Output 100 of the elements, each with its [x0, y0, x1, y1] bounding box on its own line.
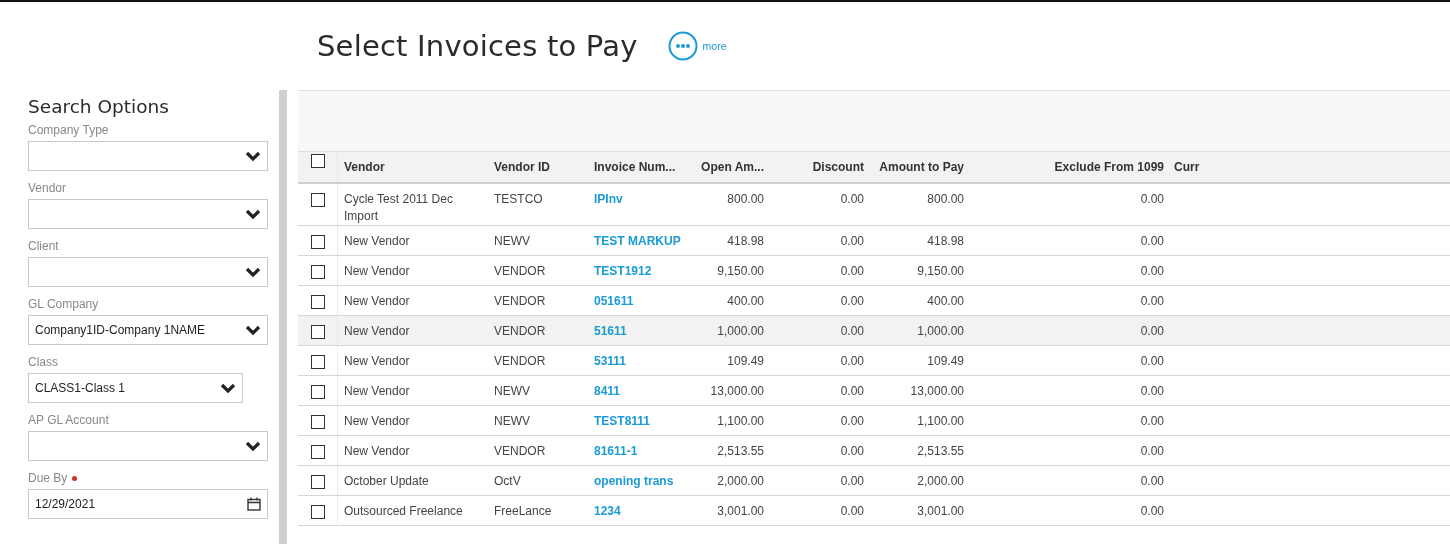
- table-cell-text: 0.00: [1139, 323, 1165, 340]
- table-cell-text: 418.98: [726, 233, 765, 250]
- table-cell-text: 3,001.00: [716, 503, 765, 520]
- row-checkbox[interactable]: [311, 295, 325, 309]
- select-all-checkbox[interactable]: [311, 154, 325, 168]
- dropdown-field[interactable]: [28, 141, 268, 171]
- table-cell-text: October Update: [343, 473, 430, 490]
- table-row[interactable]: New Vendor VENDOR 51611 1,000.00 0.00 1,000.00 0.00: [298, 316, 1450, 346]
- table-cell-text: New Vendor: [343, 323, 411, 340]
- table-cell-text: 2,000.00: [916, 473, 965, 490]
- field-label: Vendor: [28, 181, 67, 195]
- table-cell-text: 0.00: [839, 323, 865, 340]
- chevron-down-icon: [220, 382, 236, 394]
- field-label: Company Type: [28, 123, 109, 137]
- column-header[interactable]: Discount: [768, 158, 868, 176]
- table-cell-text: New Vendor: [343, 233, 411, 250]
- column-header[interactable]: Amount to Pay: [868, 158, 968, 176]
- table-cell-text: 2,513.55: [716, 443, 765, 460]
- row-checkbox[interactable]: [311, 475, 325, 489]
- dropdown-field[interactable]: [28, 257, 268, 287]
- table-cell-text: 0.00: [1139, 263, 1165, 280]
- field-label: GL Company: [28, 297, 99, 311]
- row-checkbox[interactable]: [311, 415, 325, 429]
- table-cell-text: NEWV: [493, 383, 531, 400]
- required-dot-icon: [72, 475, 78, 481]
- table-cell-text: 13,000.00: [909, 383, 965, 400]
- table-cell-text: 0.00: [839, 293, 865, 310]
- table-cell-text: 418.98: [926, 233, 965, 250]
- table-cell-text: 2,513.55: [916, 443, 965, 460]
- more-icon[interactable]: [667, 31, 698, 61]
- table-cell-text: TESTCO: [493, 191, 544, 208]
- table-row[interactable]: October Update OctV opening trans 2,000.00 0.00 2,000.00 0.00: [298, 466, 1450, 496]
- table-cell-text: 0.00: [839, 263, 865, 280]
- calendar-icon[interactable]: [247, 497, 261, 511]
- dropdown-field[interactable]: CLASS1-Class 1: [28, 373, 243, 403]
- field-label: Class: [28, 355, 58, 369]
- row-checkbox[interactable]: [311, 385, 325, 399]
- row-checkbox[interactable]: [311, 265, 325, 279]
- page-title: Select Invoices to Pay: [317, 29, 638, 63]
- search-options-title: Search Options: [28, 96, 170, 117]
- table-row[interactable]: New Vendor VENDOR 81611-1 2,513.55 0.00 2,513.55 0.00: [298, 436, 1450, 466]
- table-cell-text: 109.49: [926, 353, 965, 370]
- row-checkbox[interactable]: [311, 505, 325, 519]
- table-cell-text: 0.00: [1139, 443, 1165, 460]
- column-header[interactable]: Curr: [1168, 158, 1206, 176]
- dropdown-field[interactable]: [28, 431, 268, 461]
- field-label: Client: [28, 239, 59, 253]
- column-header[interactable]: Open Am...: [688, 158, 768, 176]
- dropdown-field[interactable]: [28, 199, 268, 229]
- table-row[interactable]: New Vendor NEWV 8411 13,000.00 0.00 13,000.00 0.00: [298, 376, 1450, 406]
- table-cell-text: 400.00: [726, 293, 765, 310]
- table-cell-text: VENDOR: [493, 443, 547, 460]
- table-row[interactable]: New Vendor VENDOR 53111 109.49 0.00 109.49 0.00: [298, 346, 1450, 376]
- table-cell-text: 0.00: [1139, 413, 1165, 430]
- table-cell-text: 2,000.00: [716, 473, 765, 490]
- table-row[interactable]: Outsourced Freelance FreeLance 1234 3,001.00 0.00 3,001.00 0.00: [298, 496, 1450, 526]
- row-checkbox[interactable]: [311, 445, 325, 459]
- field-label: Due By: [28, 471, 68, 485]
- table-cell-text: New Vendor: [343, 353, 411, 370]
- table-row[interactable]: New Vendor NEWV TEST MARKUP 418.98 0.00 418.98 0.00: [298, 226, 1450, 256]
- table-cell-text: Cycle Test 2011 Dec Import: [343, 191, 454, 225]
- table-cell-text: 0.00: [839, 383, 865, 400]
- column-header[interactable]: Invoice Num...: [588, 158, 688, 176]
- table-cell-text: 0.00: [1139, 473, 1165, 490]
- table-cell-text: 0.00: [839, 413, 865, 430]
- column-header[interactable]: Vendor ID: [488, 158, 588, 176]
- row-checkbox[interactable]: [311, 325, 325, 339]
- table-cell-text: 800.00: [726, 191, 765, 208]
- row-checkbox[interactable]: [311, 193, 325, 207]
- table-cell-text: 1,100.00: [916, 413, 965, 430]
- chevron-down-icon: [245, 150, 261, 162]
- table-cell-text: 1,100.00: [716, 413, 765, 430]
- table-cell-text: 0.00: [1139, 233, 1165, 250]
- table-cell-text: NEWV: [493, 413, 531, 430]
- table-cell-text: 0.00: [839, 233, 865, 250]
- table-cell-text: 0.00: [1139, 353, 1165, 370]
- row-checkbox[interactable]: [311, 235, 325, 249]
- column-header[interactable]: Vendor: [338, 158, 488, 176]
- table-cell-text: 0.00: [839, 353, 865, 370]
- table-row[interactable]: New Vendor VENDOR TEST1912 9,150.00 0.00 9,150.00 0.00: [298, 256, 1450, 286]
- table-cell-text: 13,000.00: [709, 383, 765, 400]
- table-cell-text: 800.00: [926, 191, 965, 208]
- table-row[interactable]: Cycle Test 2011 Dec Import TESTCO IPInv 800.00 0.00 800.00 0.00: [298, 184, 1450, 226]
- column-header[interactable]: Exclude From 1099: [968, 158, 1168, 176]
- date-field[interactable]: 12/29/2021: [28, 489, 268, 519]
- table-cell-text: OctV: [493, 473, 522, 490]
- chevron-down-icon: [245, 208, 261, 220]
- table-cell-text: 1,000.00: [916, 323, 965, 340]
- table-cell-text: 9,150.00: [916, 263, 965, 280]
- row-checkbox[interactable]: [311, 355, 325, 369]
- table-cell-text: Outsourced Freelance: [343, 503, 464, 520]
- table-cell-text: 0.00: [839, 191, 865, 208]
- table-row[interactable]: New Vendor NEWV TEST8111 1,100.00 0.00 1,100.00 0.00: [298, 406, 1450, 436]
- field-label: AP GL Account: [28, 413, 109, 427]
- table-cell-text: New Vendor: [343, 293, 411, 310]
- table-cell-text: 0.00: [839, 473, 865, 490]
- splitter-handle[interactable]: [279, 90, 287, 544]
- table-cell-text: 3,001.00: [916, 503, 965, 520]
- table-cell-text: 0.00: [1139, 293, 1165, 310]
- dropdown-field[interactable]: Company1ID-Company 1NAME: [28, 315, 268, 345]
